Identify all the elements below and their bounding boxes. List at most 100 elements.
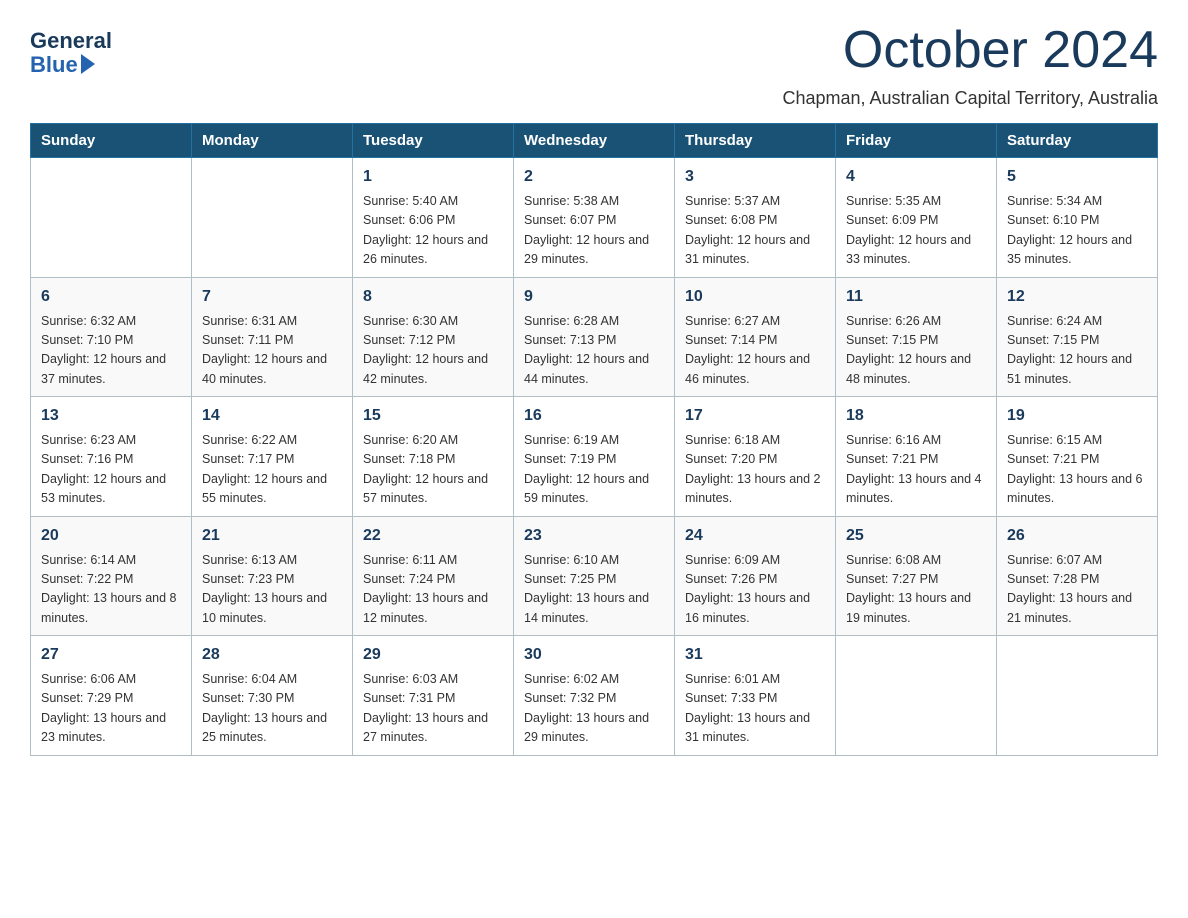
day-number: 22 <box>363 524 503 548</box>
day-cell: 7 Sunrise: 6:31 AMSunset: 7:11 PMDaylight… <box>192 277 353 397</box>
day-cell: 11 Sunrise: 6:26 AMSunset: 7:15 PMDayligh… <box>836 277 997 397</box>
day-cell: 9 Sunrise: 6:28 AMSunset: 7:13 PMDaylight… <box>514 277 675 397</box>
day-cell: 23 Sunrise: 6:10 AMSunset: 7:25 PMDayligh… <box>514 516 675 636</box>
day-info: Sunrise: 6:16 AMSunset: 7:21 PMDaylight:… <box>846 431 986 509</box>
header-saturday: Saturday <box>997 124 1158 158</box>
logo-blue-text: Blue <box>30 52 95 78</box>
day-number: 2 <box>524 165 664 189</box>
week-row-4: 20 Sunrise: 6:14 AMSunset: 7:22 PMDayligh… <box>31 516 1158 636</box>
day-info: Sunrise: 6:20 AMSunset: 7:18 PMDaylight:… <box>363 431 503 509</box>
day-info: Sunrise: 6:02 AMSunset: 7:32 PMDaylight:… <box>524 670 664 748</box>
day-number: 18 <box>846 404 986 428</box>
day-info: Sunrise: 6:15 AMSunset: 7:21 PMDaylight:… <box>1007 431 1147 509</box>
day-info: Sunrise: 6:10 AMSunset: 7:25 PMDaylight:… <box>524 551 664 629</box>
day-info: Sunrise: 5:34 AMSunset: 6:10 PMDaylight:… <box>1007 192 1147 270</box>
header-tuesday: Tuesday <box>353 124 514 158</box>
day-info: Sunrise: 6:04 AMSunset: 7:30 PMDaylight:… <box>202 670 342 748</box>
day-info: Sunrise: 6:27 AMSunset: 7:14 PMDaylight:… <box>685 312 825 390</box>
day-number: 4 <box>846 165 986 189</box>
day-cell: 1Sunrise: 5:40 AMSunset: 6:06 PMDaylight… <box>353 158 514 278</box>
day-cell: 29Sunrise: 6:03 AMSunset: 7:31 PMDayligh… <box>353 636 514 756</box>
day-info: Sunrise: 6:19 AMSunset: 7:19 PMDaylight:… <box>524 431 664 509</box>
week-row-2: 6 Sunrise: 6:32 AMSunset: 7:10 PMDaylight… <box>31 277 1158 397</box>
day-info: Sunrise: 6:28 AMSunset: 7:13 PMDaylight:… <box>524 312 664 390</box>
day-number: 24 <box>685 524 825 548</box>
day-number: 31 <box>685 643 825 667</box>
day-number: 14 <box>202 404 342 428</box>
day-info: Sunrise: 6:31 AMSunset: 7:11 PMDaylight:… <box>202 312 342 390</box>
day-cell: 12 Sunrise: 6:24 AMSunset: 7:15 PMDayligh… <box>997 277 1158 397</box>
day-cell: 14Sunrise: 6:22 AMSunset: 7:17 PMDayligh… <box>192 397 353 517</box>
day-cell: 4 Sunrise: 5:35 AMSunset: 6:09 PMDaylight… <box>836 158 997 278</box>
day-cell: 5Sunrise: 5:34 AMSunset: 6:10 PMDaylight… <box>997 158 1158 278</box>
day-number: 26 <box>1007 524 1147 548</box>
day-cell <box>836 636 997 756</box>
day-info: Sunrise: 6:01 AMSunset: 7:33 PMDaylight:… <box>685 670 825 748</box>
day-info: Sunrise: 6:11 AMSunset: 7:24 PMDaylight:… <box>363 551 503 629</box>
calendar-table: SundayMondayTuesdayWednesdayThursdayFrid… <box>30 123 1158 756</box>
header-monday: Monday <box>192 124 353 158</box>
day-number: 16 <box>524 404 664 428</box>
day-number: 12 <box>1007 285 1147 309</box>
day-cell: 15 Sunrise: 6:20 AMSunset: 7:18 PMDayligh… <box>353 397 514 517</box>
day-info: Sunrise: 6:32 AMSunset: 7:10 PMDaylight:… <box>41 312 181 390</box>
day-number: 17 <box>685 404 825 428</box>
day-number: 7 <box>202 285 342 309</box>
week-row-5: 27Sunrise: 6:06 AMSunset: 7:29 PMDayligh… <box>31 636 1158 756</box>
header-friday: Friday <box>836 124 997 158</box>
day-number: 15 <box>363 404 503 428</box>
day-cell: 3 Sunrise: 5:37 AMSunset: 6:08 PMDaylight… <box>675 158 836 278</box>
day-number: 28 <box>202 643 342 667</box>
week-row-3: 13Sunrise: 6:23 AMSunset: 7:16 PMDayligh… <box>31 397 1158 517</box>
day-info: Sunrise: 5:38 AMSunset: 6:07 PMDaylight:… <box>524 192 664 270</box>
day-cell: 6 Sunrise: 6:32 AMSunset: 7:10 PMDaylight… <box>31 277 192 397</box>
day-cell: 17 Sunrise: 6:18 AMSunset: 7:20 PMDayligh… <box>675 397 836 517</box>
day-info: Sunrise: 6:24 AMSunset: 7:15 PMDaylight:… <box>1007 312 1147 390</box>
logo-arrow-icon <box>81 54 95 74</box>
day-number: 13 <box>41 404 181 428</box>
day-number: 21 <box>202 524 342 548</box>
logo: General Blue <box>30 20 112 78</box>
day-info: Sunrise: 6:26 AMSunset: 7:15 PMDaylight:… <box>846 312 986 390</box>
day-cell: 18 Sunrise: 6:16 AMSunset: 7:21 PMDayligh… <box>836 397 997 517</box>
day-info: Sunrise: 6:09 AMSunset: 7:26 PMDaylight:… <box>685 551 825 629</box>
day-cell <box>192 158 353 278</box>
day-cell: 25Sunrise: 6:08 AMSunset: 7:27 PMDayligh… <box>836 516 997 636</box>
day-info: Sunrise: 6:03 AMSunset: 7:31 PMDaylight:… <box>363 670 503 748</box>
week-row-1: 1Sunrise: 5:40 AMSunset: 6:06 PMDaylight… <box>31 158 1158 278</box>
day-cell: 26 Sunrise: 6:07 AMSunset: 7:28 PMDayligh… <box>997 516 1158 636</box>
day-cell: 21 Sunrise: 6:13 AMSunset: 7:23 PMDayligh… <box>192 516 353 636</box>
day-info: Sunrise: 6:13 AMSunset: 7:23 PMDaylight:… <box>202 551 342 629</box>
day-info: Sunrise: 6:30 AMSunset: 7:12 PMDaylight:… <box>363 312 503 390</box>
day-info: Sunrise: 5:35 AMSunset: 6:09 PMDaylight:… <box>846 192 986 270</box>
day-cell: 27Sunrise: 6:06 AMSunset: 7:29 PMDayligh… <box>31 636 192 756</box>
day-number: 6 <box>41 285 181 309</box>
calendar-header-row: SundayMondayTuesdayWednesdayThursdayFrid… <box>31 124 1158 158</box>
day-cell: 10 Sunrise: 6:27 AMSunset: 7:14 PMDayligh… <box>675 277 836 397</box>
day-info: Sunrise: 6:07 AMSunset: 7:28 PMDaylight:… <box>1007 551 1147 629</box>
day-number: 23 <box>524 524 664 548</box>
title-block: October 2024 <box>843 20 1158 80</box>
day-number: 3 <box>685 165 825 189</box>
day-info: Sunrise: 6:06 AMSunset: 7:29 PMDaylight:… <box>41 670 181 748</box>
day-info: Sunrise: 5:37 AMSunset: 6:08 PMDaylight:… <box>685 192 825 270</box>
day-number: 20 <box>41 524 181 548</box>
day-cell <box>997 636 1158 756</box>
day-number: 11 <box>846 285 986 309</box>
day-number: 1 <box>363 165 503 189</box>
day-cell: 8 Sunrise: 6:30 AMSunset: 7:12 PMDaylight… <box>353 277 514 397</box>
day-cell: 31 Sunrise: 6:01 AMSunset: 7:33 PMDayligh… <box>675 636 836 756</box>
day-number: 9 <box>524 285 664 309</box>
header: General Blue October 2024 <box>30 20 1158 80</box>
day-cell: 28 Sunrise: 6:04 AMSunset: 7:30 PMDayligh… <box>192 636 353 756</box>
header-sunday: Sunday <box>31 124 192 158</box>
day-cell: 24 Sunrise: 6:09 AMSunset: 7:26 PMDayligh… <box>675 516 836 636</box>
day-number: 8 <box>363 285 503 309</box>
day-number: 10 <box>685 285 825 309</box>
subtitle: Chapman, Australian Capital Territory, A… <box>30 88 1158 109</box>
day-info: Sunrise: 6:14 AMSunset: 7:22 PMDaylight:… <box>41 551 181 629</box>
day-cell: 20 Sunrise: 6:14 AMSunset: 7:22 PMDayligh… <box>31 516 192 636</box>
day-cell: 13Sunrise: 6:23 AMSunset: 7:16 PMDayligh… <box>31 397 192 517</box>
header-thursday: Thursday <box>675 124 836 158</box>
day-info: Sunrise: 6:18 AMSunset: 7:20 PMDaylight:… <box>685 431 825 509</box>
